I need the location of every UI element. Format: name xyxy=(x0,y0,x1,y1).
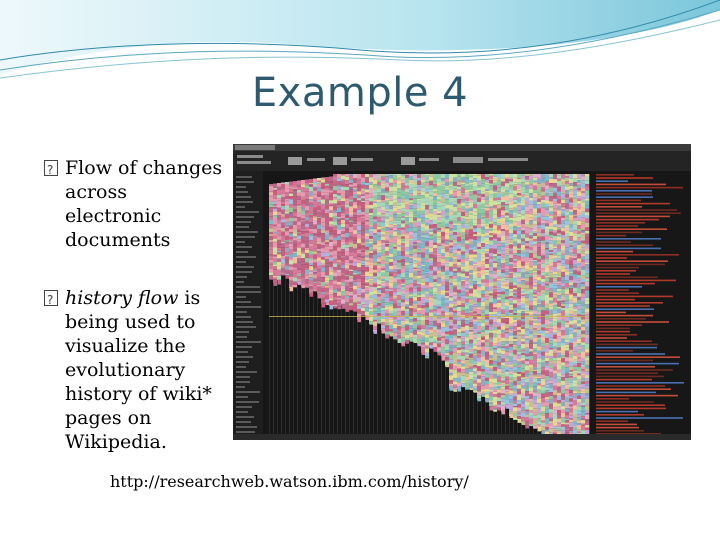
missing-glyph-icon xyxy=(44,288,58,312)
missing-glyph-icon xyxy=(44,158,58,182)
bullet-item: history flow is being used to visualize … xyxy=(44,286,224,454)
bullet-list: Flow of changes across electronic docume… xyxy=(44,156,224,488)
bullet-text: Flow of changes across electronic docume… xyxy=(65,157,223,251)
history-flow-screenshot xyxy=(233,144,691,440)
bullet-text: history flow is being used to visualize … xyxy=(65,286,224,454)
bullet-item: Flow of changes across electronic docume… xyxy=(44,156,224,252)
bullet-rest: is being used to visualize the evolution… xyxy=(65,287,212,453)
slide-title: Example 4 xyxy=(251,70,469,116)
reference-url: http://researchweb.watson.ibm.com/histor… xyxy=(110,472,469,491)
bullet-emphasis: history flow xyxy=(65,287,179,309)
